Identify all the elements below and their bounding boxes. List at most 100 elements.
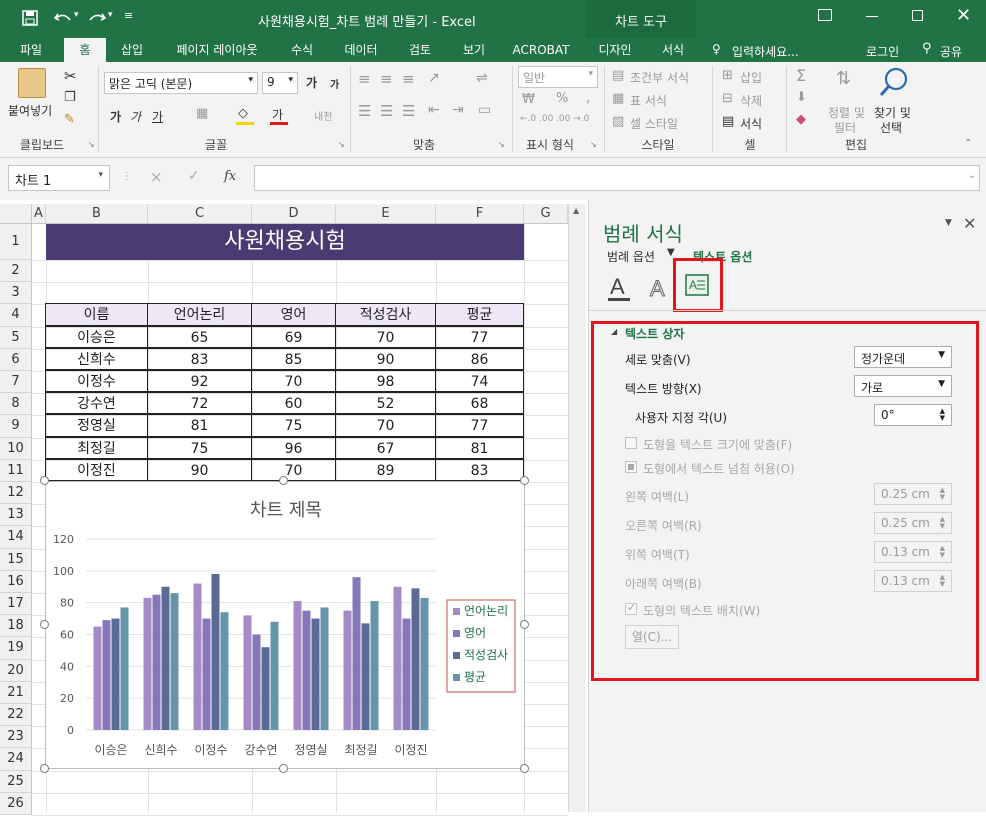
section-collapse-icon[interactable]: ◢ — [611, 327, 617, 336]
sheet-title-cell[interactable]: 사원채용시험 — [46, 224, 524, 260]
tab-formulas[interactable]: 수식 — [280, 38, 324, 62]
cell-style-button[interactable]: 셀 스타일 — [630, 115, 678, 132]
decrease-font-button[interactable]: 가 — [330, 76, 339, 91]
increase-decimal-button[interactable]: ←.0 .00 — [520, 114, 553, 124]
tab-review[interactable]: 검토 — [396, 38, 444, 62]
table-cell[interactable]: 정영실 — [45, 414, 148, 437]
text-direction-select[interactable]: 가로 ▼ — [854, 375, 952, 397]
font-color-button[interactable]: 가 — [272, 106, 283, 123]
insert-function-icon[interactable]: fx — [224, 169, 236, 184]
row-header-10[interactable]: 10 — [0, 437, 32, 460]
table-cell[interactable]: 89 — [335, 458, 436, 481]
table-header-cell[interactable]: 언어논리 — [147, 303, 252, 326]
table-cell[interactable]: 69 — [251, 325, 336, 348]
table-cell[interactable]: 65 — [147, 325, 252, 348]
table-cell[interactable]: 90 — [147, 458, 252, 481]
customize-qat-icon[interactable]: ≡ — [124, 9, 133, 22]
comma-button[interactable]: , — [586, 90, 590, 106]
redo-icon[interactable] — [88, 10, 106, 26]
collapse-ribbon-icon[interactable]: ⌃ — [964, 138, 972, 149]
table-cell[interactable]: 75 — [147, 436, 252, 459]
tab-home[interactable]: 홈 — [64, 38, 106, 62]
table-cell[interactable]: 86 — [435, 347, 524, 370]
table-cell[interactable]: 90 — [335, 347, 436, 370]
pane-options-icon[interactable]: ▼ — [945, 218, 952, 228]
table-cell[interactable]: 강수연 — [45, 392, 148, 415]
table-cell[interactable]: 70 — [335, 414, 436, 437]
row-header-12[interactable]: 12 — [0, 482, 32, 505]
enter-entry-icon[interactable]: ✓ — [188, 168, 200, 184]
increase-font-button[interactable]: 가 — [306, 74, 317, 91]
overflow-checkbox[interactable] — [625, 461, 637, 473]
tab-legend-options[interactable]: 범례 옵션 — [607, 248, 655, 265]
top-margin-spinner[interactable]: 0.13 cm ▲ ▼ — [874, 541, 952, 563]
fill-icon[interactable]: ⬇ — [796, 90, 807, 105]
tab-acrobat[interactable]: ACROBAT — [506, 38, 576, 62]
wrap-text-icon[interactable]: ⇌ — [476, 70, 488, 86]
table-cell[interactable]: 75 — [251, 414, 336, 437]
table-cell[interactable]: 98 — [335, 370, 436, 393]
tell-me-input[interactable]: 입력하세요... — [732, 43, 799, 60]
select-all-corner[interactable] — [0, 204, 32, 224]
table-cell[interactable]: 67 — [335, 436, 436, 459]
table-cell[interactable]: 이정수 — [45, 370, 148, 393]
row-header-3[interactable]: 3 — [0, 282, 32, 305]
italic-button[interactable]: 가 — [130, 108, 141, 125]
row-header-18[interactable]: 18 — [0, 615, 32, 638]
underline-button[interactable]: 가 — [152, 108, 163, 125]
scroll-up-icon[interactable]: ▲ — [573, 206, 579, 215]
tab-insert[interactable]: 삽입 — [110, 38, 154, 62]
table-cell[interactable]: 70 — [335, 325, 436, 348]
cond-format-button[interactable]: 조건부 서식 — [630, 69, 689, 86]
chart-resize-handle[interactable] — [40, 620, 49, 629]
table-header-cell[interactable]: 이름 — [45, 303, 148, 326]
row-header-21[interactable]: 21 — [0, 681, 32, 704]
table-cell[interactable]: 70 — [251, 458, 336, 481]
row-header-24[interactable]: 24 — [0, 748, 32, 771]
format-cells-button[interactable]: 서식 — [740, 115, 762, 132]
chart-resize-handle[interactable] — [520, 476, 529, 485]
table-cell[interactable]: 이승은 — [45, 325, 148, 348]
orientation-icon[interactable]: ↗ — [428, 70, 440, 86]
chart-resize-handle[interactable] — [520, 764, 529, 773]
increase-indent-icon[interactable]: ⇥ — [452, 102, 464, 118]
clear-icon[interactable]: ◆ — [796, 112, 806, 127]
tab-page-layout[interactable]: 페이지 레이아웃 — [162, 38, 272, 62]
fill-color-icon[interactable]: ◇ — [238, 106, 248, 121]
table-cell[interactable]: 85 — [251, 347, 336, 370]
tab-design[interactable]: 디자인 — [590, 38, 640, 62]
minimize-icon[interactable] — [866, 16, 878, 17]
table-cell[interactable]: 74 — [435, 370, 524, 393]
row-header-11[interactable]: 11 — [0, 459, 32, 482]
font-size-select[interactable]: 9 ▾ — [262, 72, 298, 94]
table-cell[interactable]: 72 — [147, 392, 252, 415]
delete-cells-button[interactable]: 삭제 — [740, 92, 762, 109]
formula-input[interactable] — [254, 165, 980, 191]
row-header-16[interactable]: 16 — [0, 570, 32, 593]
table-format-button[interactable]: 표 서식 — [630, 92, 667, 109]
section-textbox-heading[interactable]: 텍스트 상자 — [625, 325, 684, 342]
row-header-19[interactable]: 19 — [0, 637, 32, 660]
table-cell[interactable]: 77 — [435, 414, 524, 437]
table-cell[interactable]: 68 — [435, 392, 524, 415]
bold-button[interactable]: 가 — [110, 108, 121, 125]
column-header-g[interactable]: G — [524, 204, 568, 224]
paste-icon[interactable] — [18, 68, 46, 98]
tab-view[interactable]: 보기 — [452, 38, 496, 62]
row-header-7[interactable]: 7 — [0, 371, 32, 394]
table-cell[interactable]: 83 — [435, 458, 524, 481]
bottom-margin-spinner[interactable]: 0.13 cm ▲ ▼ — [874, 570, 952, 592]
row-header-8[interactable]: 8 — [0, 393, 32, 416]
left-margin-spinner[interactable]: 0.25 cm ▲ ▼ — [874, 483, 952, 505]
row-header-22[interactable]: 22 — [0, 704, 32, 727]
row-header-5[interactable]: 5 — [0, 326, 32, 349]
column-header-e[interactable]: E — [336, 204, 436, 224]
table-cell[interactable]: 81 — [147, 414, 252, 437]
decrease-indent-icon[interactable]: ⇤ — [428, 102, 440, 118]
align-middle-icon[interactable]: ≡ — [380, 70, 393, 88]
legend-options-dropdown-icon[interactable]: ▼ — [667, 247, 675, 258]
format-painter-icon[interactable]: ✎ — [64, 112, 75, 127]
custom-angle-spinner[interactable]: 0° ▲ ▼ — [874, 404, 952, 426]
alignment-launcher-icon[interactable]: ↘ — [498, 140, 505, 149]
table-cell[interactable]: 60 — [251, 392, 336, 415]
